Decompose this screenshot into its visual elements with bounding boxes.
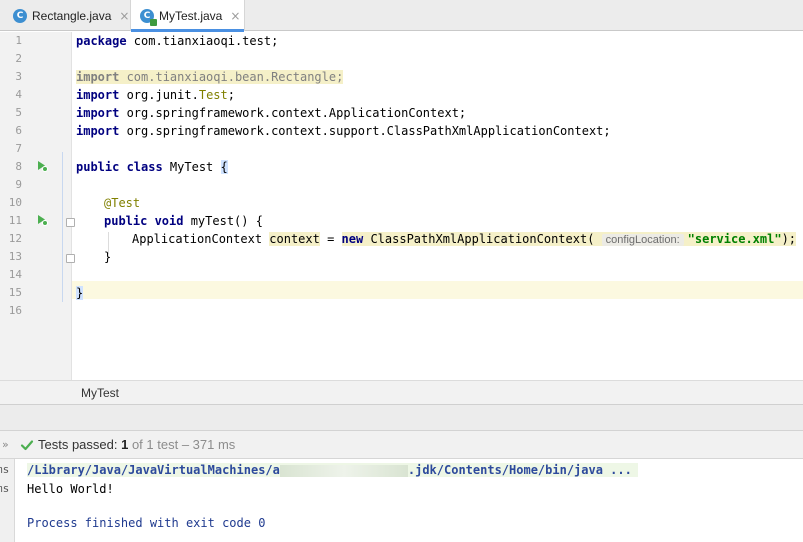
run-test-icon[interactable] <box>36 160 48 172</box>
tab-label: Rectangle.java <box>32 8 112 23</box>
java-test-class-icon: C <box>140 8 157 26</box>
code-line: ApplicationContext context = new ClassPa… <box>132 232 797 246</box>
code-line: import org.springframework.context.suppo… <box>76 124 611 138</box>
code-line: } <box>76 286 84 300</box>
line-number: 8 <box>15 160 22 173</box>
line-number: 1 <box>15 34 22 47</box>
panel-divider <box>0 405 803 431</box>
test-tree-strip[interactable]: ms ms <box>0 459 15 542</box>
line-number: 5 <box>15 106 22 119</box>
tab-mytest-java[interactable]: C MyTest.java × <box>131 0 245 32</box>
expand-icon[interactable]: » <box>2 438 9 451</box>
console-stdout: Hello World! <box>27 482 114 496</box>
code-line: import org.springframework.context.Appli… <box>76 106 467 120</box>
redacted-text <box>279 464 408 477</box>
test-duration: ms <box>0 482 10 495</box>
line-number: 11 <box>8 214 22 227</box>
console-output[interactable]: /Library/Java/JavaVirtualMachines/a .jdk/… <box>16 459 803 542</box>
code-line: package com.tianxiaoqi.test; <box>76 34 279 48</box>
code-line: } <box>104 250 112 264</box>
console-exit-message: Process finished with exit code 0 <box>27 516 266 530</box>
test-status-text: Tests passed: 1 of 1 test – 371 ms <box>38 437 236 452</box>
line-number: 16 <box>8 304 22 317</box>
test-duration: ms <box>0 463 10 476</box>
code-line: public void myTest() { <box>104 214 263 228</box>
console-command-line[interactable]: /Library/Java/JavaVirtualMachines/a .jdk/… <box>27 463 638 477</box>
line-number: 14 <box>8 268 22 281</box>
fold-marker-icon[interactable] <box>66 218 75 227</box>
run-test-icon[interactable] <box>36 214 48 226</box>
parameter-hint: configLocation: <box>601 234 684 246</box>
line-number: 4 <box>15 88 22 101</box>
code-line: import com.tianxiaoqi.bean.Rectangle; <box>76 70 344 84</box>
line-number: 7 <box>15 142 22 155</box>
close-icon[interactable]: × <box>230 9 240 23</box>
line-number: 12 <box>8 232 22 245</box>
line-number: 10 <box>8 196 22 209</box>
line-number: 6 <box>15 124 22 137</box>
test-status-bar: » Tests passed: 1 of 1 test – 371 ms <box>0 431 803 459</box>
close-icon[interactable]: × <box>119 9 129 23</box>
code-editor[interactable]: 1 2 3 4 5 6 7 8 9 10 11 12 13 14 15 16 p… <box>0 32 803 380</box>
line-number: 9 <box>15 178 22 191</box>
code-line: public class MyTest { <box>76 160 228 174</box>
tab-label: MyTest.java <box>159 8 223 23</box>
line-number: 13 <box>8 250 22 263</box>
check-icon <box>20 440 34 451</box>
line-number: 3 <box>15 70 22 83</box>
fold-marker-icon[interactable] <box>66 254 75 263</box>
tab-rectangle-java[interactable]: C Rectangle.java × <box>0 0 131 31</box>
code-line: @Test <box>104 196 141 210</box>
editor-tab-bar: C Rectangle.java × C MyTest.java × <box>0 0 803 32</box>
scope-indicator <box>62 152 63 302</box>
java-class-icon: C <box>13 8 27 23</box>
code-line: import org.junit.Test; <box>76 88 235 102</box>
line-number: 2 <box>15 52 22 65</box>
line-number: 15 <box>8 286 22 299</box>
breadcrumb: MyTest <box>0 380 803 405</box>
breadcrumb-item[interactable]: MyTest <box>81 386 119 400</box>
